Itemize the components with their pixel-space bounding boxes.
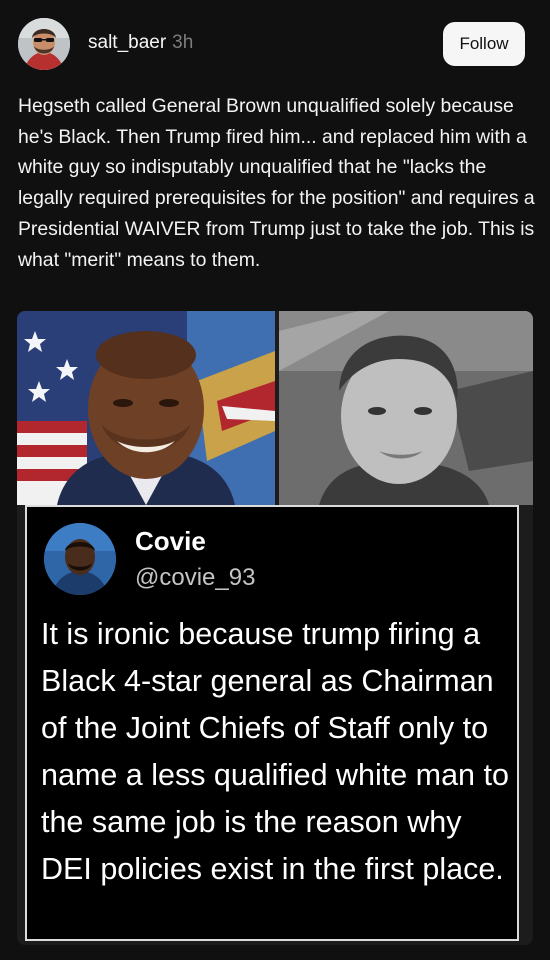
username-row: salt_baer 3h xyxy=(88,32,193,54)
quoted-tweet-card: Covie @covie_93 It is ironic because tru… xyxy=(25,505,519,941)
user-avatar[interactable] xyxy=(18,18,70,70)
tweet-author-handle: @covie_93 xyxy=(135,564,256,591)
tweet-text: It is ironic because trump firing a Blac… xyxy=(41,617,509,886)
tweet-author-name: Covie xyxy=(135,526,206,556)
successor-photo xyxy=(279,311,533,505)
follow-button[interactable]: Follow xyxy=(443,22,525,66)
tweet-author-avatar xyxy=(44,523,116,595)
post-header: salt_baer 3h Follow xyxy=(18,18,530,70)
general-brown-photo xyxy=(17,311,275,505)
username[interactable]: salt_baer xyxy=(88,32,166,53)
post-image[interactable]: Covie @covie_93 It is ironic because tru… xyxy=(17,311,533,945)
post-timestamp: 3h xyxy=(172,32,194,53)
post-text: Hegseth called General Brown unqualified… xyxy=(18,95,535,271)
